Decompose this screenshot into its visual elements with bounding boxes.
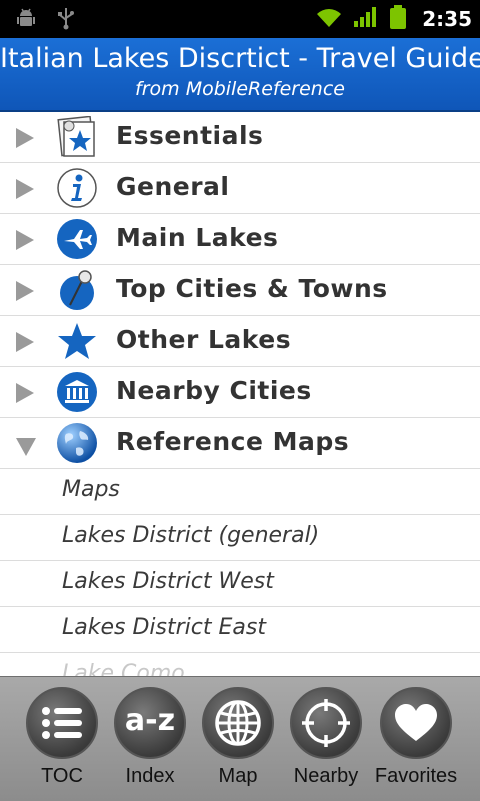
star-icon: [56, 320, 98, 362]
usb-icon: [56, 6, 76, 34]
expand-arrow-icon: [16, 281, 34, 301]
menu-item-label: Essentials: [116, 121, 264, 150]
collapse-arrow-icon: [16, 438, 36, 456]
menu-item-other-lakes[interactable]: Other Lakes: [0, 316, 480, 367]
expand-arrow-icon: [16, 179, 34, 199]
menu-item-label: Other Lakes: [116, 325, 292, 354]
toc-list: Essentials General Main Lakes Top Cities…: [0, 112, 480, 676]
bottom-toolbar: TOC a-z Index Map Nearby Favorites: [0, 676, 480, 801]
pushpin-icon: [56, 269, 98, 311]
crosshair-icon: [290, 687, 362, 759]
submenu-item-label: Lake Como: [62, 661, 185, 676]
menu-item-essentials[interactable]: Essentials: [0, 112, 480, 163]
index-label: Index: [125, 765, 175, 787]
menu-item-label: Nearby Cities: [116, 376, 312, 405]
index-button[interactable]: a-z Index: [106, 683, 194, 799]
toc-icon: [26, 687, 98, 759]
menu-item-label: General: [116, 172, 230, 201]
app-title: Italian Lakes Discrtict - Travel Guide: [0, 43, 480, 74]
wifi-icon: [314, 5, 344, 33]
map-button[interactable]: Map: [194, 683, 282, 799]
info-icon: [56, 167, 98, 209]
index-icon: a-z: [114, 687, 186, 759]
heart-icon: [380, 687, 452, 759]
expand-arrow-icon: [16, 383, 34, 403]
menu-item-general[interactable]: General: [0, 163, 480, 214]
app-subtitle: from MobileReference: [135, 78, 345, 100]
submenu-item-label: Lakes District (general): [62, 523, 320, 548]
favorites-label: Favorites: [374, 765, 458, 787]
submenu-item-maps[interactable]: Maps: [0, 469, 480, 515]
status-bar: 2:35: [0, 0, 480, 38]
submenu-item-label: Maps: [62, 477, 120, 502]
submenu-item-lakes-district-east[interactable]: Lakes District East: [0, 607, 480, 653]
expand-arrow-icon: [16, 332, 34, 352]
app-header: Italian Lakes Discrtict - Travel Guide f…: [0, 38, 480, 112]
menu-item-top-cities[interactable]: Top Cities & Towns: [0, 265, 480, 316]
globe-grid-icon: [202, 687, 274, 759]
menu-item-nearby-cities[interactable]: Nearby Cities: [0, 367, 480, 418]
clock: 2:35: [422, 7, 472, 31]
menu-item-label: Top Cities & Towns: [116, 274, 388, 303]
toc-button[interactable]: TOC: [18, 683, 106, 799]
toc-label: TOC: [41, 765, 83, 787]
menu-item-reference-maps[interactable]: Reference Maps: [0, 418, 480, 469]
expand-arrow-icon: [16, 128, 34, 148]
map-label: Map: [218, 765, 258, 787]
submenu-item-lake-como[interactable]: Lake Como: [0, 653, 480, 676]
essentials-icon: [56, 115, 98, 158]
submenu-item-label: Lakes District West: [62, 569, 274, 594]
nearby-label: Nearby: [293, 765, 359, 787]
submenu-item-lakes-district-west[interactable]: Lakes District West: [0, 561, 480, 607]
expand-arrow-icon: [16, 230, 34, 250]
submenu-item-label: Lakes District East: [62, 615, 266, 640]
menu-item-label: Reference Maps: [116, 427, 350, 456]
globe-icon: [56, 422, 98, 464]
nearby-button[interactable]: Nearby: [282, 683, 370, 799]
favorites-button[interactable]: Favorites: [372, 683, 460, 799]
submenu-item-lakes-district-general[interactable]: Lakes District (general): [0, 515, 480, 561]
battery-icon: [388, 4, 408, 34]
index-icon-text: a-z: [124, 703, 176, 738]
menu-item-label: Main Lakes: [116, 223, 279, 252]
airplane-icon: [56, 218, 98, 260]
museum-icon: [56, 371, 98, 413]
android-debug-icon: [14, 6, 38, 34]
signal-icon: [352, 5, 380, 33]
menu-item-main-lakes[interactable]: Main Lakes: [0, 214, 480, 265]
